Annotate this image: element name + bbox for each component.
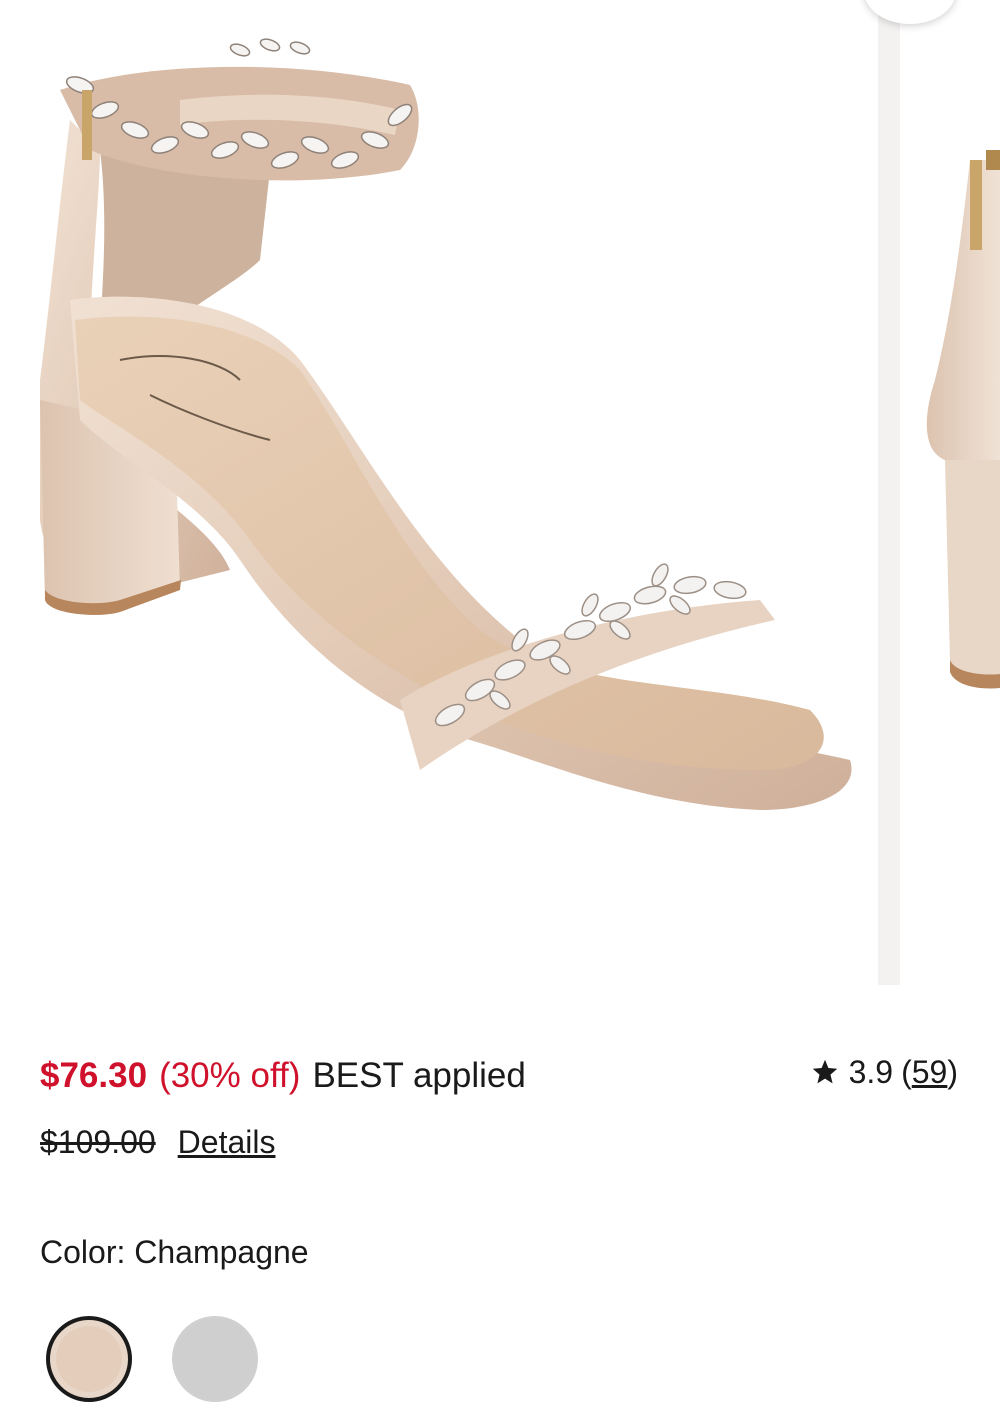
- sandal-back-illustration: [926, 150, 1000, 689]
- color-label: Color: Champagne: [40, 1233, 309, 1270]
- price-row: $76.30 (30% off) BEST applied: [40, 1054, 526, 1098]
- star-icon: [812, 1059, 837, 1084]
- rating-value: 3.9: [848, 1053, 894, 1090]
- original-price-row: $109.00 Details: [40, 1120, 275, 1164]
- review-count-link[interactable]: 59: [912, 1054, 948, 1091]
- discount-label: (30% off): [159, 1056, 301, 1095]
- original-price: $109.00: [40, 1123, 156, 1160]
- product-image-gallery[interactable]: [0, 0, 1000, 990]
- review-open-paren: (: [901, 1053, 912, 1090]
- swatch-silver[interactable]: [172, 1316, 258, 1402]
- promo-label: BEST applied: [312, 1056, 526, 1095]
- product-image-next[interactable]: [900, 0, 1000, 985]
- swatch-champagne-fill: [56, 1326, 122, 1392]
- rating-summary[interactable]: 3.9 (59): [811, 1050, 958, 1094]
- details-link[interactable]: Details: [178, 1124, 276, 1161]
- sale-price: $76.30: [40, 1056, 148, 1095]
- product-image-main[interactable]: [0, 0, 880, 985]
- review-close-paren: ): [947, 1053, 958, 1090]
- sandal-illustration: [40, 38, 852, 810]
- swatch-champagne[interactable]: [46, 1316, 132, 1402]
- gallery-divider: [878, 0, 900, 985]
